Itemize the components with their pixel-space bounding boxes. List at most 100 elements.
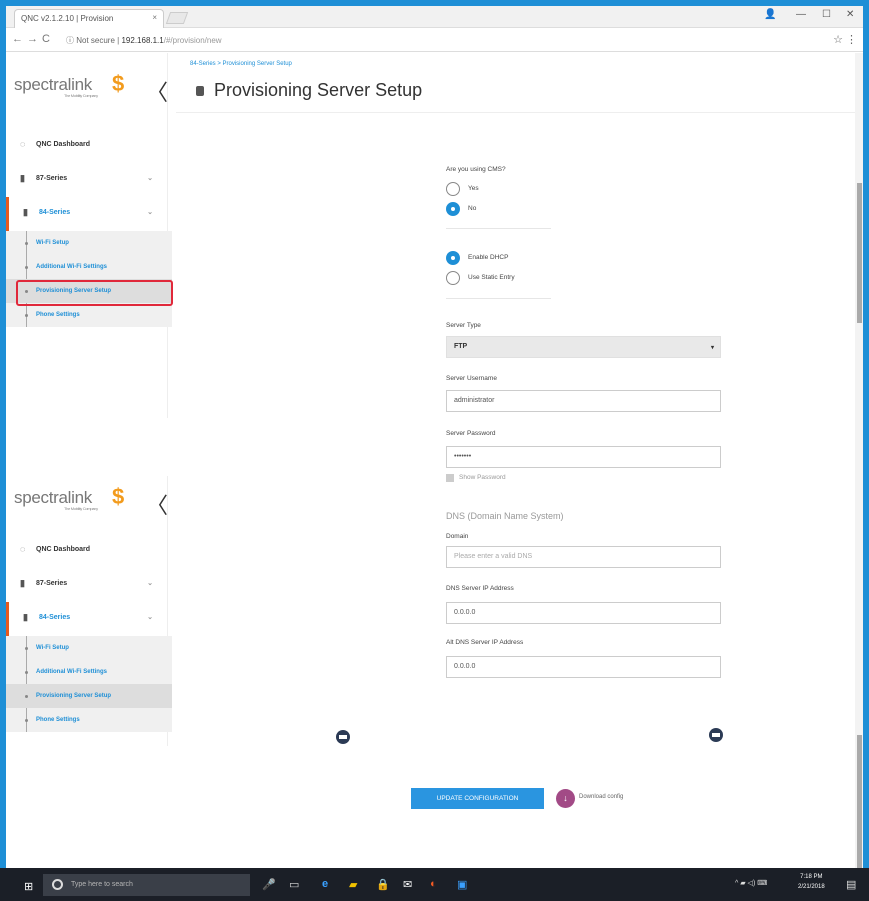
new-tab-button[interactable] <box>165 12 189 24</box>
phone-icon: ▮ <box>23 207 28 217</box>
maximize-button[interactable]: ☐ <box>822 9 831 20</box>
server-type-select[interactable]: FTP ▾ <box>446 336 721 358</box>
enable-dhcp-radio[interactable] <box>446 251 460 265</box>
chevron-down-icon: ⌄ <box>147 614 153 621</box>
cms-no-label: No <box>468 205 477 212</box>
chevron-down-icon: ⌄ <box>147 175 153 182</box>
logo-mark-icon: $ <box>112 71 125 96</box>
password-field[interactable]: ••••••• <box>446 446 721 468</box>
url-host: 192.168.1.1 <box>121 36 164 45</box>
sidebar-item-label: Wi-Fi Setup <box>36 645 69 651</box>
taskbar: ⊞ Type here to search 🎤 ▭ e ▰ 🔒 ✉ ◐ ▣ ^ … <box>0 868 869 901</box>
username-label: Server Username <box>446 375 497 382</box>
breadcrumb[interactable]: 84-Series > Provisioning Server Setup <box>190 61 292 67</box>
scrollbar[interactable] <box>855 53 863 901</box>
dashboard-icon: ◌ <box>20 544 26 554</box>
static-entry-label: Use Static Entry <box>468 274 515 281</box>
update-configuration-button[interactable]: UPDATE CONFIGURATION <box>411 788 544 809</box>
file-explorer-icon[interactable]: ▰ <box>349 878 357 891</box>
title-bar: QNC v2.1.2.10 | Provision × 👤 — ☐ ✕ <box>6 6 863 28</box>
clock[interactable]: 7:18 PM 2/21/2018 <box>798 872 825 892</box>
sidebar-item-87-series[interactable]: ▮ 87-Series ⌄ <box>6 568 167 602</box>
start-button[interactable]: ⊞ <box>24 880 33 893</box>
notifications-icon[interactable]: ▤ <box>846 878 856 891</box>
sidebar-item-label: Additional Wi-Fi Settings <box>36 669 107 675</box>
browser-tab[interactable]: QNC v2.1.2.10 | Provision × <box>14 9 164 28</box>
chrome-icon[interactable]: ◐ <box>430 878 437 890</box>
sidebar-item-phone-settings[interactable]: Phone Settings <box>6 303 172 327</box>
previous-page-button[interactable] <box>336 730 350 744</box>
taskbar-search[interactable]: Type here to search <box>43 874 250 896</box>
mail-icon[interactable]: ✉ <box>403 878 412 891</box>
dashboard-icon: ◌ <box>20 139 26 149</box>
sidebar-item-84-series[interactable]: ▮ 84-Series ⌄ <box>6 602 167 636</box>
dns-ip-label: DNS Server IP Address <box>446 585 514 592</box>
scrollbar-thumb[interactable] <box>857 183 862 323</box>
spectralink-logo: spectralink The Mobility Company <box>14 488 98 511</box>
chevron-down-icon: ⌄ <box>147 580 153 587</box>
sidebar-item-label: Additional Wi-Fi Settings <box>36 264 107 270</box>
sidebar-item-87-series[interactable]: ▮ 87-Series ⌄ <box>6 163 167 197</box>
url-field[interactable]: ⓘ Not secure | 192.168.1.1/#/provision/n… <box>62 32 822 47</box>
edge-icon[interactable]: e <box>322 878 328 890</box>
show-password-checkbox[interactable] <box>446 474 454 482</box>
cms-no-radio[interactable] <box>446 202 460 216</box>
collapse-sidebar-icon[interactable]: 〈 <box>146 488 168 520</box>
reload-icon[interactable]: C <box>42 33 50 45</box>
sidebar-inset: spectralink The Mobility Company $ 〈 ◌ Q… <box>6 476 172 746</box>
task-view-icon[interactable]: ▭ <box>289 878 299 891</box>
sidebar-item-label: 87-Series <box>36 175 68 182</box>
forward-icon[interactable]: → <box>27 33 38 45</box>
submenu: Wi-Fi Setup Additional Wi-Fi Settings Pr… <box>6 636 172 732</box>
divider <box>446 228 551 229</box>
static-entry-radio[interactable] <box>446 271 460 285</box>
chevron-down-icon: ▾ <box>710 345 714 351</box>
tab-close-icon[interactable]: × <box>152 13 157 22</box>
close-window-button[interactable]: ✕ <box>846 9 854 20</box>
browser-menu-icon[interactable]: ⋮ <box>846 33 857 46</box>
tab-title: QNC v2.1.2.10 | Provision <box>21 14 114 23</box>
system-tray[interactable]: ^ ▰ ◁) ⌨ <box>735 879 767 887</box>
download-icon[interactable]: ↓ <box>556 789 575 808</box>
sidebar-item-provisioning[interactable]: Provisioning Server Setup <box>6 684 172 708</box>
password-label: Server Password <box>446 430 496 437</box>
cms-question-label: Are you using CMS? <box>446 166 506 173</box>
username-field[interactable]: administrator <box>446 390 721 412</box>
url-path: /#/provision/new <box>163 36 222 45</box>
time: 7:18 PM <box>800 874 823 880</box>
sidebar-item-phone-settings[interactable]: Phone Settings <box>6 708 172 732</box>
sidebar-item-label: 84-Series <box>39 614 71 621</box>
sidebar-item-label: Phone Settings <box>36 312 80 318</box>
cms-yes-radio[interactable] <box>446 182 460 196</box>
sidebar-item-dashboard[interactable]: ◌ QNC Dashboard <box>6 129 167 163</box>
sidebar-item-label: 87-Series <box>36 580 68 587</box>
store-icon[interactable]: 🔒 <box>376 878 390 891</box>
bookmark-star-icon[interactable]: ☆ <box>833 33 843 46</box>
divider <box>446 298 551 299</box>
back-icon[interactable]: ← <box>12 33 23 45</box>
alt-dns-ip-label: Alt DNS Server IP Address <box>446 639 524 646</box>
sidebar-item-84-series[interactable]: ▮ 84-Series ⌄ <box>6 197 167 231</box>
app-icon[interactable]: ▣ <box>457 878 467 891</box>
dns-section-heading: DNS (Domain Name System) <box>446 511 564 521</box>
highlight-annotation <box>16 280 173 306</box>
spectralink-logo: spectralink The Mobility Company <box>14 75 98 98</box>
alt-dns-ip-field[interactable]: 0.0.0.0 <box>446 656 721 678</box>
sidebar-item-additional-wifi[interactable]: Additional Wi-Fi Settings <box>6 660 172 684</box>
microphone-icon[interactable]: 🎤 <box>262 878 276 891</box>
next-page-button[interactable] <box>709 728 723 742</box>
sidebar-item-additional-wifi[interactable]: Additional Wi-Fi Settings <box>6 255 172 279</box>
phone-icon <box>196 86 204 96</box>
sidebar-item-label: 84-Series <box>39 209 71 216</box>
sidebar-item-wifi-setup[interactable]: Wi-Fi Setup <box>6 636 172 660</box>
sidebar-item-wifi-setup[interactable]: Wi-Fi Setup <box>6 231 172 255</box>
domain-field[interactable]: Please enter a valid DNS <box>446 546 721 568</box>
submenu: Wi-Fi Setup Additional Wi-Fi Settings Pr… <box>6 231 172 327</box>
logo-text: spectralink <box>14 75 92 94</box>
minimize-button[interactable]: — <box>796 9 806 20</box>
sidebar-item-dashboard[interactable]: ◌ QNC Dashboard <box>6 534 167 568</box>
dns-ip-field[interactable]: 0.0.0.0 <box>446 602 721 624</box>
download-config-link[interactable]: Download config <box>579 794 623 800</box>
profile-icon[interactable]: 👤 <box>764 9 776 20</box>
collapse-sidebar-icon[interactable]: 〈 <box>146 75 168 107</box>
